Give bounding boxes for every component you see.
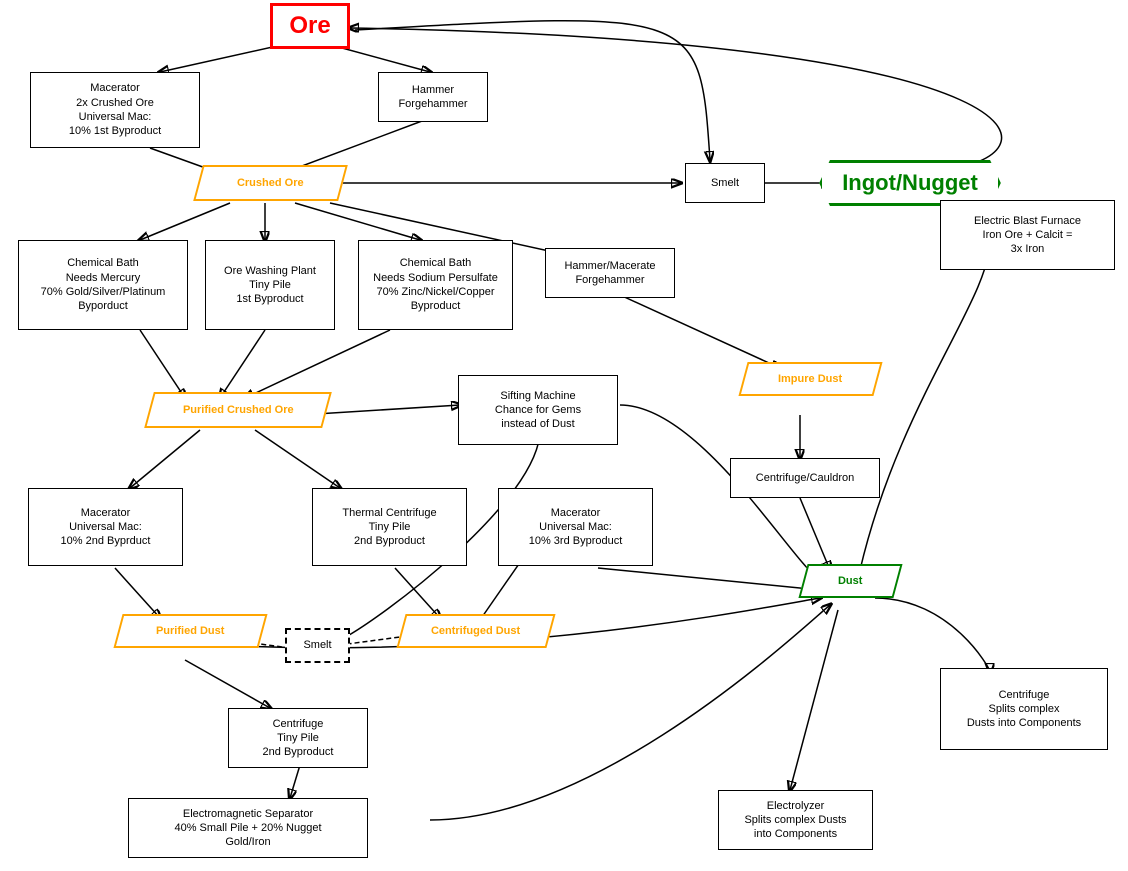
macerator1-node: Macerator2x Crushed OreUniversal Mac:10%…	[30, 72, 200, 148]
electric-blast-node: Electric Blast FurnaceIron Ore + Calcit …	[940, 200, 1115, 270]
smelt2-node: Smelt	[285, 628, 350, 663]
chem-bath2-text: Chemical BathNeeds Sodium Persulfate70% …	[373, 256, 498, 313]
ore-washing-node: Ore Washing PlantTiny Pile1st Byproduct	[205, 240, 335, 330]
canvas: Ore Macerator2x Crushed OreUniversal Mac…	[0, 0, 1128, 871]
chem-bath2-node: Chemical BathNeeds Sodium Persulfate70% …	[358, 240, 513, 330]
macerator1-text: Macerator2x Crushed OreUniversal Mac:10%…	[69, 81, 161, 138]
centrifuged-dust-text: Centrifuged Dust	[431, 624, 520, 638]
dust-text: Dust	[838, 574, 862, 588]
ore-washing-text: Ore Washing PlantTiny Pile1st Byproduct	[224, 264, 316, 307]
purified-crushed-text: Purified Crushed Ore	[183, 403, 294, 417]
smelt2-text: Smelt	[303, 638, 331, 652]
crushed-ore-node: Crushed Ore	[195, 163, 345, 203]
electromagnetic-text: Electromagnetic Separator40% Small Pile …	[174, 807, 321, 850]
dust-node: Dust	[800, 562, 900, 600]
centrifuge-splits-node: CentrifugeSplits complexDusts into Compo…	[940, 668, 1108, 750]
centrifuge-cauldron-text: Centrifuge/Cauldron	[756, 471, 854, 485]
centrifuge-splits-text: CentrifugeSplits complexDusts into Compo…	[967, 688, 1081, 731]
thermal-centrifuge-text: Thermal CentrifugeTiny Pile2nd Byproduct	[342, 506, 436, 549]
macerator2-text: MaceratorUniversal Mac:10% 2nd Byprduct	[61, 506, 151, 549]
impure-dust-text: Impure Dust	[778, 372, 842, 386]
electrolyzer-text: ElectrolyzerSplits complex Dustsinto Com…	[744, 799, 846, 842]
hammer-macerate-node: Hammer/MacerateForgehammer	[545, 248, 675, 298]
electromagnetic-node: Electromagnetic Separator40% Small Pile …	[128, 798, 368, 858]
hammer-forge1-node: HammerForgehammer	[378, 72, 488, 122]
macerator2-node: MaceratorUniversal Mac:10% 2nd Byprduct	[28, 488, 183, 566]
smelt-text: Smelt	[711, 176, 739, 190]
centrifuge-cauldron-node: Centrifuge/Cauldron	[730, 458, 880, 498]
purified-crushed-node: Purified Crushed Ore	[148, 390, 328, 430]
chem-bath1-text: Chemical BathNeeds Mercury70% Gold/Silve…	[41, 256, 166, 313]
purified-dust-text: Purified Dust	[156, 624, 224, 638]
centrifuged-dust-node: Centrifuged Dust	[398, 612, 553, 650]
chem-bath1-node: Chemical BathNeeds Mercury70% Gold/Silve…	[18, 240, 188, 330]
macerator3-text: MaceratorUniversal Mac:10% 3rd Byproduct	[529, 506, 623, 549]
ore-label: Ore	[270, 3, 349, 48]
sifting-machine-text: Sifting MachineChance for Gemsinstead of…	[495, 389, 581, 432]
purified-dust-node: Purified Dust	[115, 612, 265, 650]
centrifuge-tiny-text: CentrifugeTiny Pile2nd Byproduct	[263, 717, 334, 760]
electrolyzer-node: ElectrolyzerSplits complex Dustsinto Com…	[718, 790, 873, 850]
ore-node: Ore	[265, 8, 355, 44]
electric-blast-text: Electric Blast FurnaceIron Ore + Calcit …	[974, 214, 1081, 257]
hammer-macerate-text: Hammer/MacerateForgehammer	[564, 259, 655, 288]
sifting-machine-node: Sifting MachineChance for Gemsinstead of…	[458, 375, 618, 445]
macerator3-node: MaceratorUniversal Mac:10% 3rd Byproduct	[498, 488, 653, 566]
centrifuge-tiny-node: CentrifugeTiny Pile2nd Byproduct	[228, 708, 368, 768]
hammer-forge1-text: HammerForgehammer	[398, 83, 467, 112]
smelt-node: Smelt	[685, 163, 765, 203]
crushed-ore-text: Crushed Ore	[237, 176, 304, 190]
thermal-centrifuge-node: Thermal CentrifugeTiny Pile2nd Byproduct	[312, 488, 467, 566]
ingot-nugget-text: Ingot/Nugget	[842, 170, 978, 195]
impure-dust-node: Impure Dust	[740, 360, 880, 398]
